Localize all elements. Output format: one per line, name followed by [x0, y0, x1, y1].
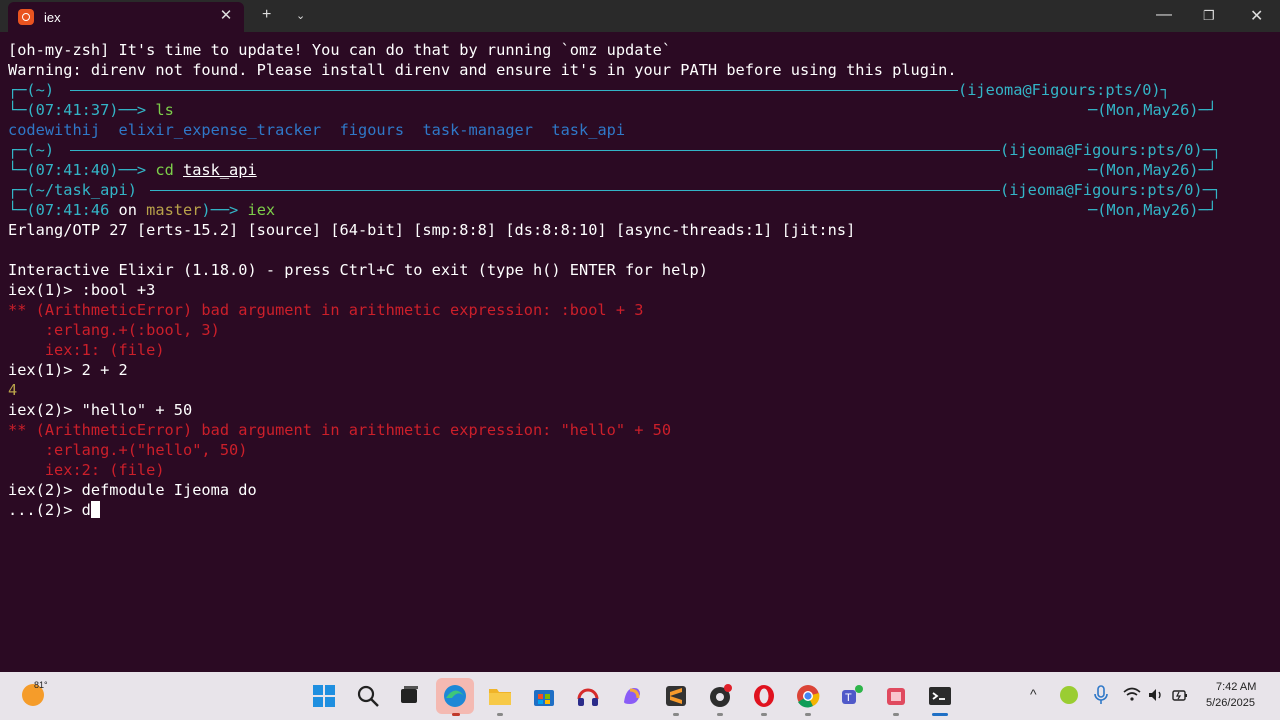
taskbar: 81° T ^ 7:42 AM 5/26/2025 [0, 672, 1280, 720]
tab-iex[interactable]: iex ✕ [8, 2, 244, 32]
close-window-button[interactable]: ✕ [1250, 6, 1263, 26]
store-icon[interactable] [532, 684, 556, 708]
error-line: ** (ArithmeticError) bad argument in ari… [8, 301, 644, 319]
tray-app-icon[interactable] [1060, 686, 1078, 704]
chrome-icon[interactable] [796, 684, 820, 708]
prompt-line-iex: └─(07:41:46 on master)──> iex [8, 200, 275, 220]
window-title-bar: iex ✕ + ⌄ — ❐ ✕ [0, 0, 1280, 32]
wifi-icon[interactable] [1123, 686, 1141, 704]
command-arg: task_api [183, 161, 257, 179]
running-indicator [497, 713, 503, 716]
prompt-user: (ijeoma@Figours:pts/0)┐ [958, 81, 1170, 99]
microphone-icon[interactable] [1093, 685, 1109, 705]
prompt-dir: ┌─(~/task_api) [8, 181, 137, 199]
error-trace-line: iex:1: (file) [8, 341, 165, 359]
prompt-rule [70, 150, 1000, 151]
file-explorer-icon[interactable] [488, 684, 512, 708]
error-line: ** (ArithmeticError) bad argument in ari… [8, 421, 672, 439]
running-indicator-active [932, 713, 948, 716]
elixir-banner: Interactive Elixir (1.18.0) - press Ctrl… [8, 261, 708, 279]
prompt-arrow: )──> [201, 201, 248, 219]
ls-item: task-manager [422, 121, 533, 139]
text-cursor [90, 501, 100, 518]
prompt-date: ─(Mon,May26)─┘ [1088, 101, 1217, 119]
teams-icon[interactable]: T [840, 684, 864, 708]
current-input: ...(2)> d [8, 501, 91, 519]
minimize-button[interactable]: — [1156, 6, 1172, 24]
ls-item: task_api [551, 121, 626, 139]
clock-time[interactable]: 7:42 AM [1216, 681, 1256, 693]
clock-date[interactable]: 5/26/2025 [1206, 697, 1255, 709]
weather-temp: 81° [34, 680, 48, 690]
error-trace-line: iex:2: (file) [8, 461, 165, 479]
volume-icon[interactable] [1147, 686, 1165, 704]
prompt-on: on [118, 201, 147, 219]
ls-item: codewithij [8, 121, 101, 139]
prompt-date: ─(Mon,May26)─┘ [1088, 201, 1217, 219]
terminal-pane[interactable]: [oh-my-zsh] It's time to update! You can… [0, 32, 1280, 672]
omz-update-line: [oh-my-zsh] It's time to update! You can… [8, 41, 672, 59]
running-indicator [673, 713, 679, 716]
running-indicator [452, 713, 460, 716]
terminal-icon[interactable] [928, 684, 952, 708]
iex-input-line: iex(1)> :bool +3 [8, 281, 156, 299]
ls-output: codewithij elixir_expense_tracker figour… [8, 120, 625, 140]
headphones-app-icon[interactable] [576, 684, 600, 708]
close-tab-icon[interactable]: ✕ [216, 6, 236, 24]
tab-dropdown-icon[interactable]: ⌄ [296, 9, 305, 22]
error-trace-line: :erlang.+("hello", 50) [8, 441, 248, 459]
git-branch: master [146, 201, 202, 219]
stack-app-icon[interactable] [884, 684, 908, 708]
running-indicator [717, 713, 723, 716]
iex-result-line: 4 [8, 381, 18, 399]
prompt-user: (ijeoma@Figours:pts/0)─┐ [1000, 141, 1222, 159]
app-icon[interactable] [708, 684, 732, 708]
running-indicator [761, 713, 767, 716]
prompt-rule [70, 90, 958, 91]
tab-title: iex [44, 10, 61, 25]
svg-text:T: T [845, 692, 852, 704]
iex-input-line: iex(2)> "hello" + 50 [8, 401, 193, 419]
running-indicator [893, 713, 899, 716]
prompt-time: └─(07:41:46 [8, 201, 119, 219]
iex-input-line: iex(2)> defmodule Ijeoma do [8, 481, 257, 499]
prompt-rule [150, 190, 1000, 191]
ubuntu-icon [18, 9, 34, 25]
error-trace-line: :erlang.+(:bool, 3) [8, 321, 220, 339]
prompt-user: (ijeoma@Figours:pts/0)─┐ [1000, 181, 1222, 199]
new-tab-button[interactable]: + [262, 6, 271, 24]
prompt-dir: ┌─(~) [8, 141, 55, 159]
command-text: ls [155, 101, 174, 119]
iex-continuation-line[interactable]: ...(2)> d [8, 500, 100, 520]
sublime-icon[interactable] [664, 684, 688, 708]
prompt-date: ─(Mon,May26)─┘ [1088, 161, 1217, 179]
prompt-time: └─(07:41:40)──> [8, 161, 156, 179]
command-text: cd [155, 161, 183, 179]
iex-input-line: iex(1)> 2 + 2 [8, 361, 128, 379]
prompt-line-ls: └─(07:41:37)──> ls [8, 100, 174, 120]
tray-chevron-icon[interactable]: ^ [1030, 686, 1037, 702]
ls-item: elixir_expense_tracker [118, 121, 322, 139]
command-text: iex [247, 201, 276, 219]
prompt-time: └─(07:41:37)──> [8, 101, 156, 119]
prompt-dir: ┌─(~) [8, 81, 55, 99]
running-indicator [805, 713, 811, 716]
ls-item: figours [339, 121, 405, 139]
search-icon[interactable] [356, 684, 380, 708]
battery-icon[interactable] [1171, 686, 1189, 704]
edge-icon[interactable] [436, 678, 474, 714]
opera-icon[interactable] [752, 684, 776, 708]
start-icon[interactable] [312, 684, 336, 708]
maximize-button[interactable]: ❐ [1203, 8, 1215, 24]
task-view-icon[interactable] [398, 684, 422, 708]
copilot-icon[interactable] [620, 684, 644, 708]
erlang-banner: Erlang/OTP 27 [erts-15.2] [source] [64-b… [8, 221, 856, 239]
prompt-line-cd: └─(07:41:40)──> cd task_api [8, 160, 257, 180]
direnv-warning-line: Warning: direnv not found. Please instal… [8, 61, 957, 79]
